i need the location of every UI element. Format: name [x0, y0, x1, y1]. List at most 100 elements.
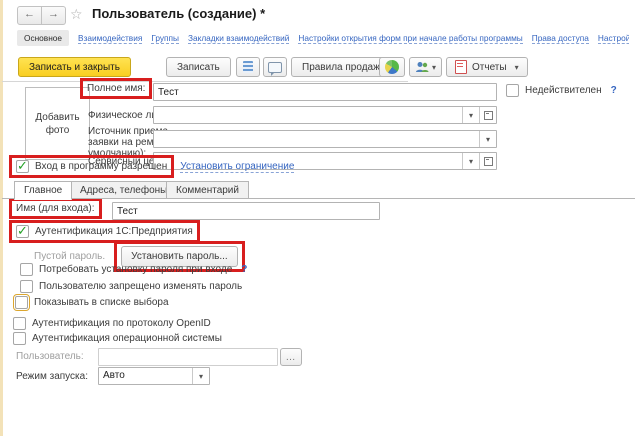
- sales-rules-button[interactable]: Правила продаж: [291, 57, 391, 77]
- auth-openid-checkbox[interactable]: [13, 317, 26, 330]
- set-restriction-link[interactable]: Установить ограничение: [180, 161, 294, 173]
- launch-mode-label: Режим запуска:: [16, 371, 88, 382]
- chevron-down-icon: ▾: [469, 111, 473, 120]
- auth-os-label: Аутентификация операционной системы: [32, 333, 222, 344]
- annotation-login-allowed: ✓ Вход в программу разрешен: [9, 155, 174, 178]
- auth-openid-label: Аутентификация по протоколу OpenID: [32, 318, 211, 329]
- people-icon: [415, 61, 429, 73]
- toolbar-separator: [2, 81, 408, 82]
- nav-item-main[interactable]: Основное: [17, 30, 69, 46]
- forward-icon: →: [48, 8, 59, 20]
- service-center-dropdown-button[interactable]: ▾: [462, 153, 479, 169]
- auth-1c-label: Аутентификация 1С:Предприятия: [35, 226, 193, 237]
- login-allowed-label: Вход в программу разрешен: [35, 161, 167, 172]
- forbid-password-change-checkbox[interactable]: [20, 280, 33, 293]
- reports-button-label: Отчеты: [472, 62, 507, 73]
- ellipsis-icon: …: [286, 352, 297, 363]
- history-nav-buttons: ← →: [17, 6, 66, 25]
- discussion-button[interactable]: [263, 57, 287, 77]
- service-center-open-button[interactable]: [479, 153, 496, 169]
- request-source-value: [154, 131, 479, 147]
- login-name-label: Имя (для входа):: [16, 203, 95, 214]
- show-in-list-row: Показывать в списке выбора: [15, 296, 169, 309]
- invalid-checkbox[interactable]: [506, 84, 519, 97]
- chevron-down-icon: ▾: [199, 372, 203, 381]
- annotation-login-name: Имя (для входа):: [9, 198, 102, 219]
- full-name-input[interactable]: [153, 83, 497, 101]
- page-title: Пользователь (создание) *: [92, 6, 265, 21]
- annotation-auth-1c: ✓ Аутентификация 1С:Предприятия: [9, 220, 200, 243]
- user-creation-window: ← → ☆ Пользователь (создание) * Основное…: [0, 0, 635, 436]
- auth-os-row: Аутентификация операционной системы: [13, 332, 222, 345]
- user-groups-button[interactable]: ▾: [409, 57, 442, 77]
- os-user-select-button[interactable]: …: [280, 348, 302, 366]
- tab-main[interactable]: Главное: [14, 181, 72, 200]
- require-password-label: Потребовать установку пароля при входе: [39, 264, 232, 275]
- open-form-icon: [484, 111, 493, 120]
- invalid-help-icon[interactable]: ?: [611, 85, 617, 96]
- nav-link-interactions[interactable]: Взаимодействия: [78, 33, 142, 44]
- empty-password-text: Пустой пароль.: [34, 251, 105, 262]
- auth-os-checkbox[interactable]: [13, 332, 26, 345]
- nav-link-settings[interactable]: Настройки: [598, 33, 629, 44]
- reports-button[interactable]: Отчеты ▾: [446, 57, 528, 77]
- invalid-checkbox-row: Недействителен ?: [506, 84, 617, 97]
- pie-chart-icon: [385, 60, 399, 74]
- open-form-icon: [484, 157, 493, 166]
- person-field[interactable]: ▾: [153, 106, 497, 124]
- require-password-checkbox[interactable]: [20, 263, 33, 276]
- require-password-help-icon[interactable]: ?: [241, 264, 247, 275]
- launch-mode-value: Авто: [99, 368, 192, 384]
- add-photo-label: Добавить фото: [33, 111, 83, 137]
- require-password-row: Потребовать установку пароля при входе ?: [20, 263, 247, 276]
- launch-mode-combo[interactable]: Авто ▾: [98, 367, 210, 385]
- nav-link-form-open-settings[interactable]: Настройки открытия форм при начале работ…: [298, 33, 522, 44]
- chevron-down-icon: ▾: [486, 135, 490, 144]
- auth-1c-checkbox[interactable]: ✓: [16, 225, 29, 238]
- show-in-list-label: Показывать в списке выбора: [34, 297, 169, 308]
- os-user-field: [98, 348, 278, 366]
- person-open-button[interactable]: [479, 107, 496, 123]
- launch-mode-dropdown-button[interactable]: ▾: [192, 368, 209, 384]
- chevron-down-icon: ▾: [432, 63, 436, 72]
- person-value: [154, 107, 462, 123]
- show-in-list-checkbox[interactable]: [15, 296, 28, 309]
- favorite-star-icon[interactable]: ☆: [70, 6, 83, 23]
- login-allowed-checkbox[interactable]: ✓: [16, 160, 29, 173]
- tab-addresses[interactable]: Адреса, телефоны: [70, 181, 177, 199]
- stacked-sheets-icon: [243, 61, 253, 73]
- forbid-password-change-label: Пользователю запрещено изменять пароль: [39, 281, 242, 292]
- report-icon: [455, 60, 467, 74]
- check-icon: ✓: [17, 226, 28, 236]
- speech-bubble-icon: [268, 62, 282, 73]
- full-name-label: Полное имя:: [87, 83, 145, 94]
- nav-link-interaction-tabs[interactable]: Закладки взаимодействий: [188, 33, 289, 44]
- nav-link-access-rights[interactable]: Права доступа: [532, 33, 589, 44]
- forbid-password-change-row: Пользователю запрещено изменять пароль: [20, 280, 242, 293]
- check-icon: ✓: [17, 161, 28, 171]
- auth-openid-row: Аутентификация по протоколу OpenID: [13, 317, 211, 330]
- login-name-input[interactable]: [112, 202, 380, 220]
- os-user-value: [99, 349, 277, 365]
- back-button[interactable]: ←: [17, 6, 42, 25]
- save-button[interactable]: Записать: [166, 57, 231, 77]
- back-icon: ←: [24, 8, 35, 20]
- structure-button[interactable]: [236, 57, 260, 77]
- forward-button[interactable]: →: [42, 6, 66, 25]
- person-dropdown-button[interactable]: ▾: [462, 107, 479, 123]
- invalid-label: Недействителен: [525, 85, 602, 96]
- login-allowed-row: ✓ Вход в программу разрешен Установить о…: [9, 155, 294, 178]
- save-and-close-button[interactable]: Записать и закрыть: [18, 57, 131, 77]
- tab-comment[interactable]: Комментарий: [166, 181, 249, 199]
- tab-underline: [2, 198, 635, 199]
- chevron-down-icon: ▾: [469, 157, 473, 166]
- request-source-dropdown-button[interactable]: ▾: [479, 131, 496, 147]
- nav-link-groups[interactable]: Группы: [151, 33, 179, 44]
- os-user-label: Пользователь:: [16, 351, 84, 362]
- request-source-field[interactable]: ▾: [153, 130, 497, 148]
- chevron-down-icon: ▾: [515, 63, 519, 72]
- section-nav: Основное Взаимодействия Группы Закладки …: [17, 30, 629, 46]
- annotation-full-name: Полное имя:: [80, 78, 152, 99]
- left-edge-stripe: [0, 0, 3, 436]
- subordination-structure-button[interactable]: [379, 57, 405, 77]
